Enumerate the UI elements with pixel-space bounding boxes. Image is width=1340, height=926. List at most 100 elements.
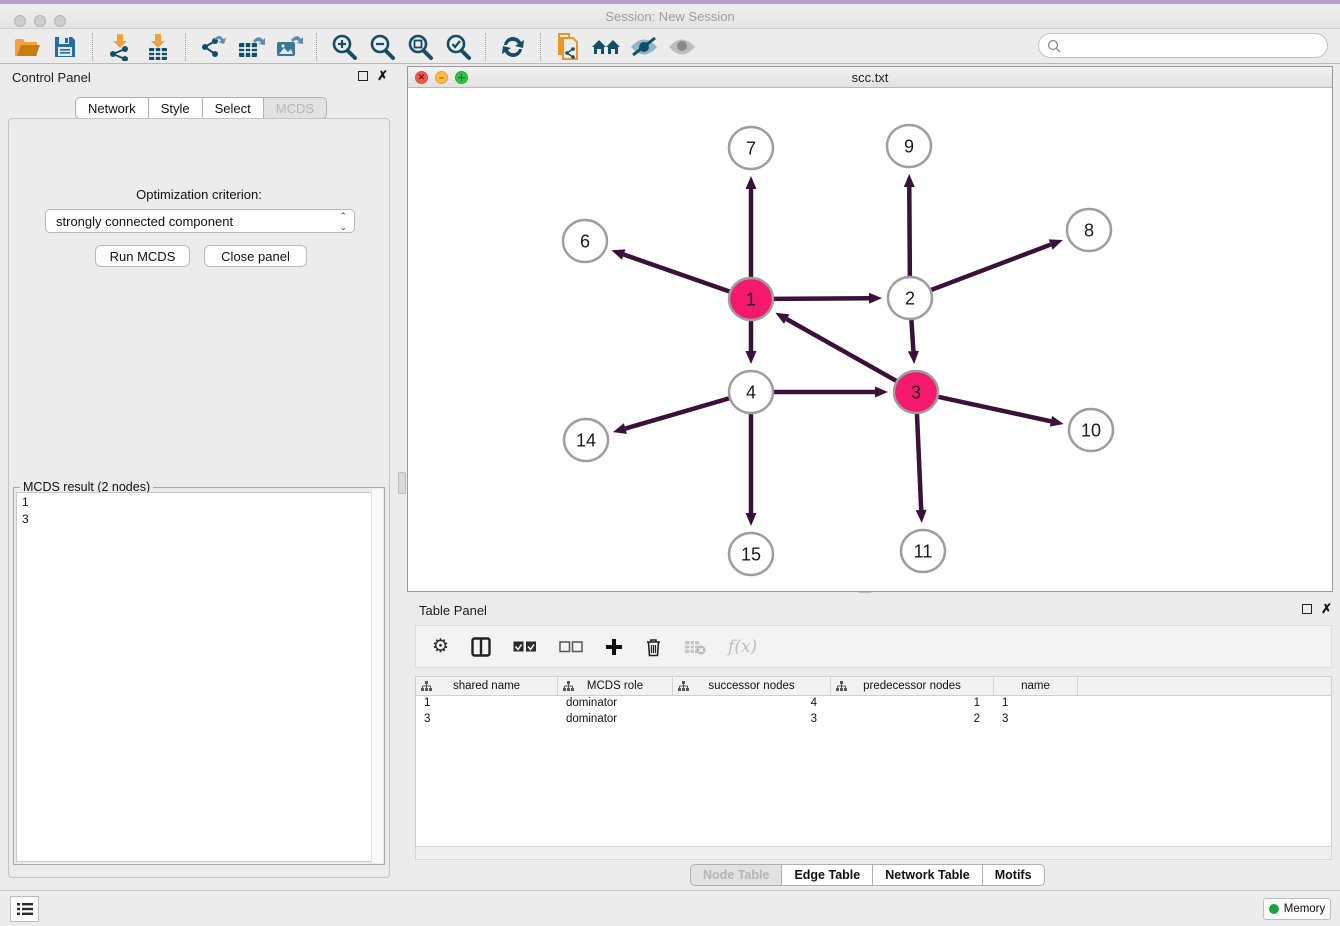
table-panel-title: Table Panel [419, 603, 487, 618]
tab-node-table[interactable]: Node Table [690, 864, 782, 886]
network-from-selection-button[interactable] [549, 32, 587, 62]
close-panel-button[interactable]: Close panel [204, 245, 307, 267]
graph-edge-arrowhead [613, 423, 627, 434]
minimize-network-icon[interactable]: − [435, 71, 448, 84]
hide-selected-button[interactable] [625, 32, 663, 62]
cell-predecessor-nodes[interactable]: 1 [831, 696, 994, 712]
close-network-icon[interactable]: ✕ [415, 71, 428, 84]
select-all-columns-button[interactable] [513, 641, 537, 653]
cell-successor-nodes[interactable]: 4 [673, 696, 831, 712]
column-layout-icon [471, 637, 491, 657]
tab-network-table[interactable]: Network Table [873, 864, 983, 886]
column-header-name[interactable]: name [994, 677, 1078, 695]
export-image-button[interactable] [270, 32, 308, 62]
import-table-button[interactable] [139, 32, 177, 62]
import-table-icon [145, 33, 171, 61]
close-table-panel-icon[interactable]: ✗ [1321, 601, 1332, 617]
table-row[interactable]: 1dominator411 [416, 696, 1331, 712]
run-mcds-button[interactable]: Run MCDS [95, 245, 190, 267]
graph-edge-arrowhead [1049, 239, 1063, 249]
memory-button[interactable]: Memory [1263, 898, 1331, 920]
search-input[interactable] [1061, 39, 1311, 53]
graph-edge-arrowhead [746, 176, 757, 189]
tab-motifs[interactable]: Motifs [983, 864, 1045, 886]
export-image-icon [275, 33, 303, 61]
tab-select[interactable]: Select [203, 97, 264, 119]
save-session-button[interactable] [46, 32, 84, 62]
cell-predecessor-nodes[interactable]: 2 [831, 712, 994, 728]
network-from-selection-icon [555, 33, 581, 61]
task-history-button[interactable] [10, 896, 39, 922]
graph-edge-2-8[interactable] [931, 245, 1051, 291]
zoom-selected-icon [444, 33, 472, 61]
close-panel-icon[interactable]: ✗ [377, 68, 388, 84]
network-canvas[interactable]: 1234678910111415 [408, 88, 1332, 591]
cell-shared-name[interactable]: 1 [416, 696, 558, 712]
cell-MCDS-role[interactable]: dominator [558, 712, 673, 728]
zoom-out-button[interactable] [363, 32, 401, 62]
graph-edge-3-11[interactable] [917, 414, 921, 510]
show-all-button[interactable] [663, 32, 701, 62]
zoom-fit-button[interactable] [401, 32, 439, 62]
graph-edge-3-1[interactable] [787, 319, 897, 381]
graph-edge-1-6[interactable] [624, 255, 731, 292]
export-network-button[interactable] [194, 32, 232, 62]
table-toolbar: ⚙ f(x) [415, 625, 1332, 668]
search-field[interactable] [1038, 33, 1328, 58]
tab-network[interactable]: Network [75, 97, 149, 119]
tab-edge-table[interactable]: Edge Table [782, 864, 873, 886]
graph-edge-1-2[interactable] [773, 298, 869, 299]
import-network-button[interactable] [101, 32, 139, 62]
graph-edge-2-9[interactable] [909, 187, 910, 276]
first-neighbors-button[interactable] [587, 32, 625, 62]
zoom-selected-button[interactable] [439, 32, 477, 62]
cell-name[interactable]: 1 [994, 696, 1078, 712]
table-options-button[interactable]: ⚙ [432, 635, 449, 658]
delete-columns-button[interactable] [645, 637, 662, 657]
add-column-button[interactable] [605, 638, 623, 656]
delete-table-button[interactable] [684, 639, 706, 655]
open-file-button[interactable] [8, 32, 46, 62]
zoom-window-icon[interactable] [54, 15, 66, 27]
column-header-shared-name[interactable]: shared name [416, 677, 558, 695]
hierarchy-icon [421, 681, 432, 692]
table-horizontal-scrollbar[interactable] [415, 846, 1332, 860]
minimize-window-icon[interactable] [34, 15, 46, 27]
tab-style[interactable]: Style [149, 97, 203, 119]
zoom-in-button[interactable] [325, 32, 363, 62]
float-table-panel-icon[interactable] [1302, 604, 1312, 614]
maximize-network-icon[interactable]: ＋ [455, 71, 468, 84]
network-window-titlebar[interactable]: ✕ − ＋ scc.txt [408, 67, 1332, 88]
session-title: Session: New Session [605, 9, 734, 24]
tab-mcds[interactable]: MCDS [264, 97, 327, 119]
mcds-result-text[interactable]: 1 3 [16, 492, 382, 862]
unselect-all-columns-button[interactable] [559, 641, 583, 653]
table-row[interactable]: 3dominator323 [416, 712, 1331, 728]
column-header-predecessor-nodes[interactable]: predecessor nodes [831, 677, 994, 695]
hierarchy-icon [678, 681, 689, 692]
table-body: 1dominator4113dominator323 [416, 696, 1331, 728]
result-scrollbar[interactable] [371, 489, 383, 863]
cell-name[interactable]: 3 [994, 712, 1078, 728]
column-layout-button[interactable] [471, 637, 491, 657]
cell-successor-nodes[interactable]: 3 [673, 712, 831, 728]
cell-MCDS-role[interactable]: dominator [558, 696, 673, 712]
main-titlebar: Session: New Session [0, 4, 1340, 29]
vertical-splitter-handle[interactable] [398, 472, 406, 494]
hierarchy-icon [563, 681, 574, 692]
column-header-successor-nodes[interactable]: successor nodes [673, 677, 831, 695]
refresh-icon [500, 34, 526, 60]
graph-edge-2-3[interactable] [911, 320, 913, 351]
graph-edge-3-10[interactable] [937, 397, 1050, 422]
function-builder-button[interactable]: f(x) [728, 637, 757, 657]
close-window-icon[interactable] [14, 15, 26, 27]
refresh-button[interactable] [494, 32, 532, 62]
cell-shared-name[interactable]: 3 [416, 712, 558, 728]
export-table-button[interactable] [232, 32, 270, 62]
optimization-criterion-select[interactable]: strongly connected component ⌃⌄ [45, 209, 355, 233]
graph-node-label: 3 [911, 382, 921, 402]
column-header-MCDS-role[interactable]: MCDS role [558, 677, 673, 695]
float-panel-icon[interactable] [358, 71, 368, 81]
mcds-panel: Optimization criterion: strongly connect… [8, 118, 390, 878]
graph-edge-4-14[interactable] [625, 398, 730, 428]
